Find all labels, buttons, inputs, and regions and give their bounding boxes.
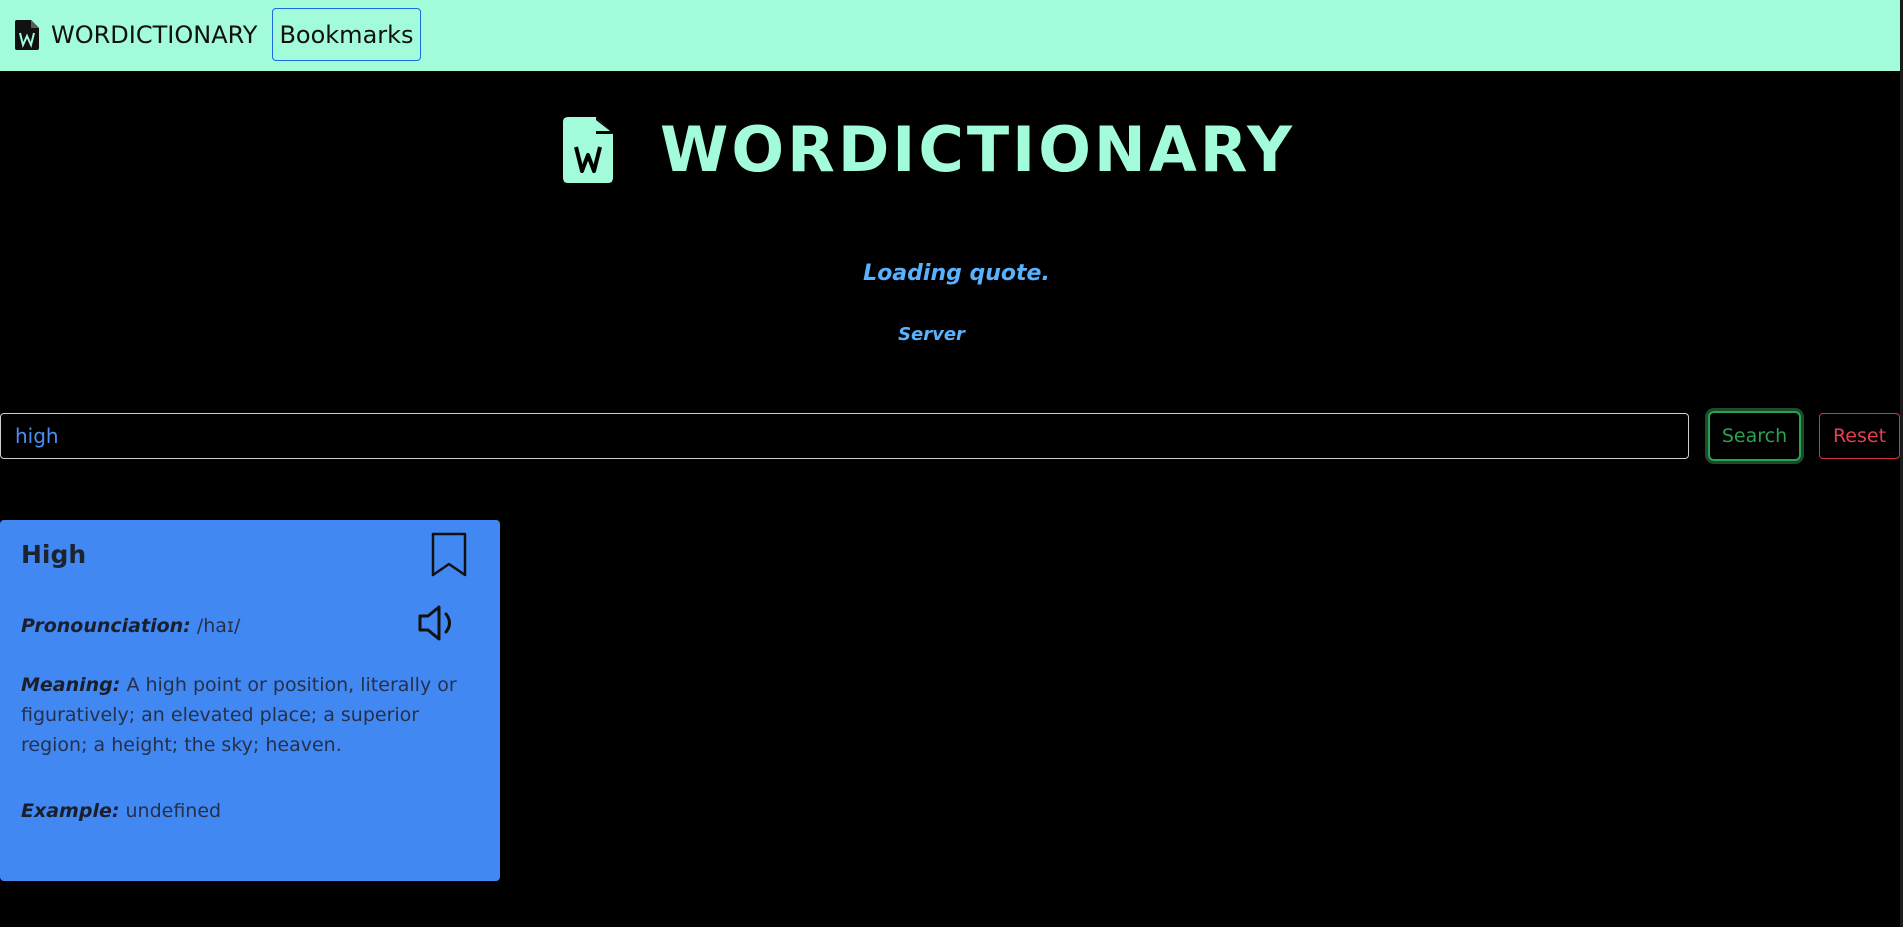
example-row: Example: undefined (21, 796, 221, 826)
meaning-label: Meaning: (21, 674, 121, 696)
page-title: WORDICTIONARY (660, 113, 1296, 186)
pronunciation-row: Pronounciation: /haɪ/ (21, 611, 240, 641)
result-word: High (21, 540, 87, 569)
search-button[interactable]: Search (1708, 411, 1801, 461)
top-navbar: WORDICTIONARY Bookmarks (0, 0, 1903, 71)
meaning-row: Meaning: A high point or position, liter… (21, 670, 481, 760)
pronunciation-label: Pronounciation: (21, 615, 191, 637)
quote-author: Server (898, 324, 965, 345)
word-file-icon (15, 20, 39, 50)
hero-banner: WORDICTIONARY (563, 115, 1292, 185)
example-label: Example: (21, 800, 120, 822)
navbar-brand-text: WORDICTIONARY (51, 21, 258, 49)
speaker-icon[interactable] (417, 603, 459, 643)
pronunciation-value: /haɪ/ (196, 615, 241, 637)
quote-text: Loading quote. (863, 261, 1050, 286)
bookmark-icon[interactable] (430, 532, 468, 578)
word-result-card: High Pronounciation: /haɪ/ Meaning: A hi… (0, 520, 500, 881)
navbar-brand[interactable]: WORDICTIONARY (15, 17, 257, 53)
word-file-icon (563, 117, 613, 183)
reset-button[interactable]: Reset (1819, 413, 1900, 459)
search-input[interactable] (0, 413, 1689, 459)
example-value: undefined (125, 800, 222, 822)
bookmarks-button[interactable]: Bookmarks (272, 8, 421, 61)
